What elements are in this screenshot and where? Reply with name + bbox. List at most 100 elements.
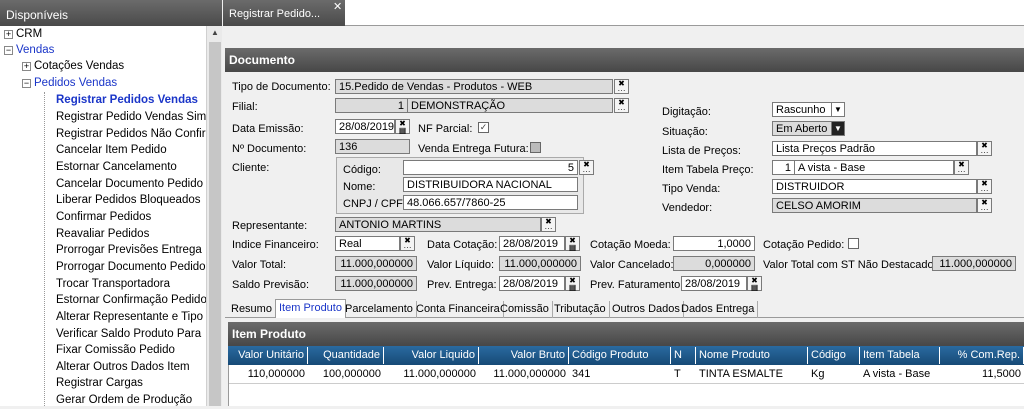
calendar-icon[interactable]: ✖ ▦: [747, 276, 762, 292]
menu-item[interactable]: Liberar Pedidos Bloqueados: [56, 192, 201, 209]
clear-icon[interactable]: ✖ ···: [541, 217, 556, 233]
tree-node-vendas[interactable]: − Vendas: [4, 42, 54, 59]
expand-icon[interactable]: +: [4, 30, 13, 39]
menu-item[interactable]: Verificar Saldo Produto Para: [56, 326, 201, 343]
cell-com-rep[interactable]: 11,5000: [940, 366, 1024, 383]
clear-icon[interactable]: ✖ ···: [579, 160, 594, 176]
column-header[interactable]: Quantidade: [308, 347, 384, 364]
tree-node-crm[interactable]: + CRM: [4, 26, 42, 43]
menu-item-registrar-pedidos-vendas[interactable]: Registrar Pedidos Vendas: [56, 92, 198, 109]
scroll-up-icon[interactable]: ▲: [207, 28, 223, 40]
column-header[interactable]: Nome Produto: [696, 347, 808, 364]
calendar-icon[interactable]: ✖ ▦: [395, 119, 410, 135]
tree-node-pedidos-vendas[interactable]: − Pedidos Vendas: [22, 75, 117, 92]
column-header[interactable]: N: [671, 347, 696, 364]
menu-item[interactable]: Trocar Transportadora: [56, 276, 170, 293]
representante-field[interactable]: ANTONIO MARTINS: [335, 217, 541, 232]
close-icon[interactable]: ✕: [333, 0, 347, 14]
menu-item[interactable]: Prorrogar Documento Pedido: [56, 259, 206, 276]
calendar-icon[interactable]: ✖ ▦: [565, 236, 580, 252]
codigo-label: Código:: [343, 164, 381, 176]
tipo-documento-field[interactable]: 15.Pedido de Vendas - Produtos - WEB: [335, 79, 613, 94]
filial-name[interactable]: DEMONSTRAÇÃO: [407, 98, 613, 113]
nome-field[interactable]: DISTRIBUIDORA NACIONAL: [403, 177, 578, 192]
nf-parcial-checkbox[interactable]: ✓: [478, 122, 489, 133]
prev-entrega-field[interactable]: 28/08/2019: [499, 276, 565, 291]
prev-faturamento-field[interactable]: 28/08/2019: [681, 276, 747, 291]
venda-entrega-futura-checkbox[interactable]: [530, 142, 541, 153]
cotacao-pedido-checkbox[interactable]: [848, 238, 859, 249]
cotacao-moeda-field[interactable]: 1,0000: [673, 236, 755, 251]
sidebar-scrollbar[interactable]: ▲: [206, 26, 222, 406]
tab-parcelamento[interactable]: Parcelamento: [342, 301, 417, 318]
tab-comissao[interactable]: Comissão: [497, 301, 553, 318]
menu-item[interactable]: Registrar Pedidos Não Confir: [56, 126, 206, 143]
menu-item[interactable]: Fixar Comissão Pedido: [56, 342, 175, 359]
menu-item[interactable]: Cancelar Documento Pedido: [56, 176, 203, 193]
cell-nome-produto[interactable]: TINTA ESMALTE: [696, 366, 808, 383]
cell-codigo-produto[interactable]: 341: [569, 366, 671, 383]
menu-item[interactable]: Alterar Outros Dados Item: [56, 359, 190, 376]
tab-resumo[interactable]: Resumo: [228, 301, 276, 318]
data-emissao-field[interactable]: 28/08/2019: [335, 119, 395, 134]
menu-item[interactable]: Estornar Confirmação Pedido: [56, 292, 207, 309]
cell-valor-unitario[interactable]: 110,000000: [228, 366, 308, 383]
tab-tributacao[interactable]: Tributação: [551, 301, 610, 318]
collapse-icon[interactable]: −: [22, 79, 31, 88]
menu-item[interactable]: Alterar Representante e Tipo: [56, 309, 203, 326]
chevron-down-icon[interactable]: ▼: [831, 102, 845, 117]
data-cotacao-field[interactable]: 28/08/2019: [499, 236, 565, 251]
tab-item-produto[interactable]: Item Produto: [275, 299, 346, 318]
column-header[interactable]: Código Produto: [569, 347, 671, 364]
column-header[interactable]: Código: [808, 347, 860, 364]
cell-valor-liquido[interactable]: 11.000,000000: [384, 366, 479, 383]
calendar-icon[interactable]: ✖ ▦: [565, 276, 580, 292]
tab-outros-dados[interactable]: Outros Dados: [609, 301, 684, 318]
clear-icon[interactable]: ✖ ···: [400, 236, 415, 252]
chevron-down-icon[interactable]: ▼: [831, 121, 845, 136]
clear-icon[interactable]: ✖ ···: [614, 98, 629, 114]
scroll-thumb[interactable]: [209, 42, 221, 406]
menu-item[interactable]: Reavaliar Pedidos: [56, 226, 149, 243]
vendedor-field[interactable]: CELSO AMORIM: [772, 198, 977, 213]
column-header[interactable]: Valor Unitário: [228, 347, 308, 364]
clear-icon[interactable]: ✖ ···: [614, 79, 629, 95]
menu-item[interactable]: Prorrogar Previsões Entrega: [56, 242, 202, 259]
cell-valor-bruto[interactable]: 11.000,000000: [479, 366, 569, 383]
filial-code[interactable]: 1: [335, 98, 408, 113]
expand-icon[interactable]: +: [22, 62, 31, 71]
menu-item[interactable]: Gerar Ordem de Produção: [56, 392, 192, 409]
cnpj-field[interactable]: 48.066.657/7860-25: [403, 195, 578, 210]
menu-item[interactable]: Estornar Cancelamento: [56, 159, 177, 176]
clear-icon[interactable]: ✖ ···: [977, 179, 992, 195]
cell-item-tabela[interactable]: A vista - Base: [860, 366, 940, 383]
codigo-field[interactable]: 5: [403, 160, 578, 175]
item-tabela-code[interactable]: 1: [772, 160, 795, 175]
tab-dados-entrega[interactable]: Dados Entrega: [678, 301, 759, 318]
cell-quantidade[interactable]: 100,000000: [308, 366, 384, 383]
column-header[interactable]: Item Tabela: [860, 347, 940, 364]
menu-item[interactable]: Confirmar Pedidos: [56, 209, 151, 226]
situacao-select[interactable]: Em Aberto: [772, 121, 832, 136]
menu-item[interactable]: Registrar Pedido Vendas Sim: [56, 109, 206, 126]
lista-precos-field[interactable]: Lista Preços Padrão: [772, 141, 977, 156]
indice-financeiro-field[interactable]: Real: [335, 236, 400, 251]
tree-node-cotacoes-vendas[interactable]: + Cotações Vendas: [22, 58, 124, 75]
clear-icon[interactable]: ✖ ···: [954, 160, 969, 176]
column-header[interactable]: % Com.Rep.: [940, 347, 1024, 364]
tab-conta-financeira[interactable]: Conta Financeira: [413, 301, 504, 318]
clear-icon[interactable]: ✖ ···: [977, 198, 992, 214]
tipo-venda-field[interactable]: DISTRUIDOR: [772, 179, 977, 194]
item-tabela-field[interactable]: A vista - Base: [794, 160, 954, 175]
collapse-icon[interactable]: −: [4, 46, 13, 55]
menu-item[interactable]: Registrar Cargas: [56, 375, 143, 392]
tab-registrar-pedido[interactable]: Registrar Pedido...: [223, 0, 345, 26]
cotacao-pedido-label: Cotação Pedido:: [763, 239, 845, 251]
digitacao-select[interactable]: Rascunho: [772, 102, 832, 117]
menu-item[interactable]: Cancelar Item Pedido: [56, 142, 167, 159]
column-header[interactable]: Valor Bruto: [479, 347, 569, 364]
clear-icon[interactable]: ✖ ···: [977, 141, 992, 157]
cell-codigo[interactable]: Kg: [808, 366, 860, 383]
cell-n[interactable]: T: [671, 366, 696, 383]
column-header[interactable]: Valor Liquido: [384, 347, 479, 364]
